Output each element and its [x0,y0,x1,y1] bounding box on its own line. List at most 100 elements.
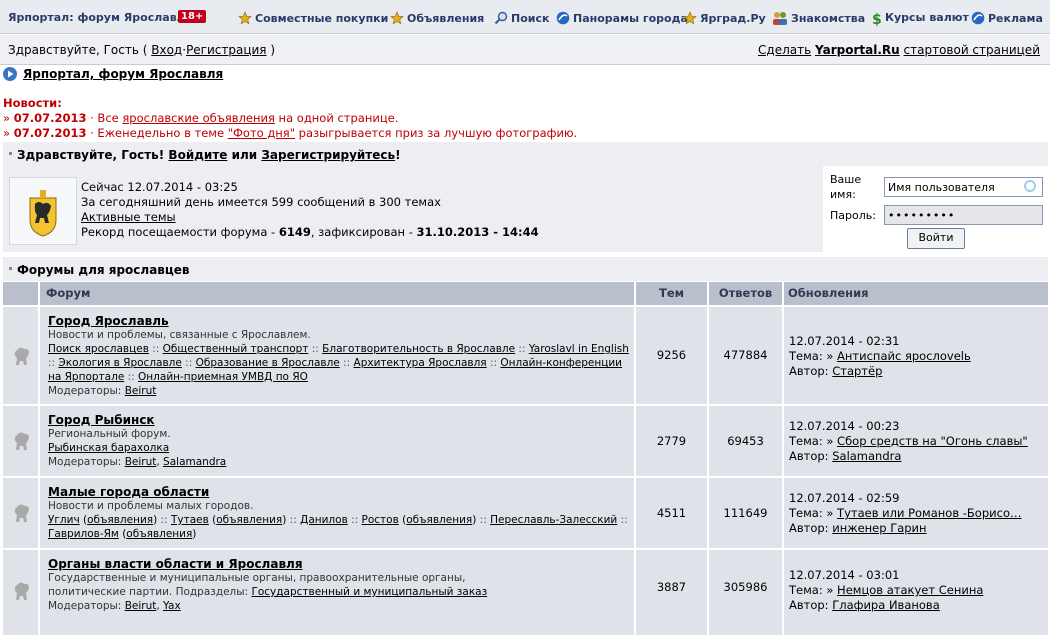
forums-section-title: Форумы для ярославцев [17,263,190,277]
nav-yargrad[interactable]: Ярград.Ру [683,11,766,25]
moderator-link[interactable]: Salamandra [163,456,226,468]
subforum-ads-link[interactable]: объявления [406,514,472,526]
register-link[interactable]: Регистрация [186,43,266,57]
subforum-ads-link[interactable]: объявления [126,528,192,540]
make-start-pre[interactable]: Сделать [758,43,811,57]
nav-ads[interactable]: Объявления [390,11,484,25]
moderator-link[interactable]: Beirut [125,385,157,397]
last-author-link[interactable]: инженер Гарин [832,521,926,535]
news-link[interactable]: "Фото дня" [228,126,295,140]
nav-label: Объявления [407,12,485,25]
welcome-register-link[interactable]: Зарегистрируйтесь [261,148,395,162]
search-icon [494,11,508,25]
greeting-text: Здравствуйте, Гость ( [8,43,148,57]
people-icon [773,12,787,25]
news-text: на одной странице. [274,111,399,125]
last-update-cell: 12.07.2014 - 03:01 Тема: » Немцов атакуе… [784,550,1048,635]
bear-icon [14,504,29,522]
subforum-ads-link[interactable]: объявления [87,514,153,526]
username-input[interactable] [884,177,1043,197]
subforum-link[interactable]: Ростов [362,514,399,526]
subforum-link[interactable]: Государственный и муниципальный заказ [251,586,487,598]
header-icon-column [3,282,38,305]
replies-count-cell: 305986 [709,550,782,635]
forum-info-cell: Малые города области Новости и проблемы … [40,478,634,548]
last-topic-link[interactable]: Немцов атакует Сенина [837,583,983,597]
last-author-link[interactable]: Стартёр [832,364,882,378]
moderators: Модераторы: Beirut [48,384,634,398]
news-item: » 07.07.2013 · Все ярославские объявлени… [3,111,399,125]
moderator-link[interactable]: Yax [163,600,181,612]
last-topic-link[interactable]: Сбор средств на "Огонь славы" [837,434,1028,448]
update-date: 12.07.2014 - 00:23 [789,419,900,433]
last-author-link[interactable]: Salamandra [832,449,901,463]
password-input[interactable] [884,205,1043,225]
forum-info-cell: Город Рыбинск Региональный форум. Рыбинс… [40,406,634,476]
last-update-info: 12.07.2014 - 02:59 Тема: » Тутаев или Ро… [789,491,1021,536]
news-link[interactable]: ярославские объявления [122,111,275,125]
make-start-post[interactable]: стартовой страницей [904,43,1040,57]
news-date: 07.07.2013 [13,111,87,125]
moderator-link[interactable]: Beirut [125,456,157,468]
subforum-link[interactable]: Поиск ярославцев [48,343,149,355]
forum-description: Новости и проблемы, связанные с Ярославл… [48,329,311,341]
nav-label: Реклама [988,12,1043,25]
login-button[interactable]: Войти [907,228,965,249]
replies-count: 477884 [723,348,768,362]
breadcrumb-home-link[interactable]: Ярпортал, форум Ярославля [23,67,223,81]
header-replies: Ответов [709,282,782,305]
welcome-login-link[interactable]: Войдите [168,148,227,162]
dollar-icon: $ [872,12,882,28]
last-topic-link[interactable]: Тутаев или Романов -Борисо… [837,506,1021,520]
subforum-link[interactable]: Онлайн-приемная УМВД по ЯО [138,371,308,383]
replies-count: 111649 [723,506,768,520]
nav-advertising[interactable]: Реклама [971,11,1043,25]
subforum-link[interactable]: Гаврилов-Ям [48,528,119,540]
last-author-link[interactable]: Глафира Иванова [832,598,940,612]
subforum-link[interactable]: Образование в Ярославле [196,357,340,369]
replies-count-cell: 477884 [709,307,782,404]
moderators: Модераторы: Beirut, Salamandra [48,456,227,468]
subforum-link[interactable]: Углич [48,514,80,526]
moderators-label: Модераторы: [48,385,125,397]
topic-label: Тема: » [789,506,838,520]
nav-label: Знакомства [791,12,866,25]
forum-title-link[interactable]: Малые города области [48,485,209,499]
subforum-link[interactable]: Общественный транспорт [163,343,309,355]
subforum-link[interactable]: Тутаев [171,514,209,526]
today-stats: За сегодняшний день имеется 599 сообщени… [81,195,441,209]
make-start-page-link[interactable]: Сделать Yarportal.Ru стартовой страницей [758,43,1040,57]
welcome-header: Здравствуйте, Гость! Войдите или Зарегис… [3,142,1048,166]
subforum-link[interactable]: Данилов [300,514,348,526]
last-topic-link[interactable]: Антиспайс ярослоvelь [837,349,971,363]
nav-joint-purchases[interactable]: Совместные покупки [238,11,388,25]
forum-title-link[interactable]: Город Рыбинск [48,413,155,427]
moderator-link[interactable]: Beirut [125,600,157,612]
subforum-ads-link[interactable]: объявления [216,514,282,526]
topics-count: 2779 [656,434,687,448]
subforum-link[interactable]: Yaroslavl in English [529,343,629,355]
topic-label: Тема: » [789,349,838,363]
forum-title-link[interactable]: Органы власти области и Ярославля [48,557,303,571]
subforum-link[interactable]: Переславль-Залесский [490,514,617,526]
make-start-site[interactable]: Yarportal.Ru [815,43,900,57]
nav-dating[interactable]: Знакомства [772,11,865,25]
forum-title-link[interactable]: Город Ярославль [48,314,169,328]
site-title-link[interactable]: Ярпортал: форум Ярославля [8,11,192,24]
topics-count-cell: 9256 [636,307,707,404]
forum-description: Региональный форум. [48,428,171,440]
news-title: Новости: [3,96,62,110]
topic-label: Тема: » [789,434,838,448]
nav-exchange-rates[interactable]: $ Курсы валют [872,11,969,28]
login-link[interactable]: Вход [151,43,182,57]
guest-greeting: Здравствуйте, Гость ( Вход·Регистрация ) [8,43,275,57]
active-topics-link[interactable]: Активные темы [81,210,176,224]
subforum-link[interactable]: Благотворительность в Ярославле [322,343,515,355]
subforum-link[interactable]: Рыбинская барахолка [48,442,169,454]
subforum-link[interactable]: Архитектура Ярославля [354,357,487,369]
nav-search[interactable]: Поиск [494,11,549,25]
table-row: Органы власти области и Ярославля Госуда… [3,550,1048,635]
nav-panoramas[interactable]: Панорамы города [556,11,688,25]
replies-count-cell: 111649 [709,478,782,548]
subforum-link[interactable]: Экология в Ярославле [58,357,181,369]
